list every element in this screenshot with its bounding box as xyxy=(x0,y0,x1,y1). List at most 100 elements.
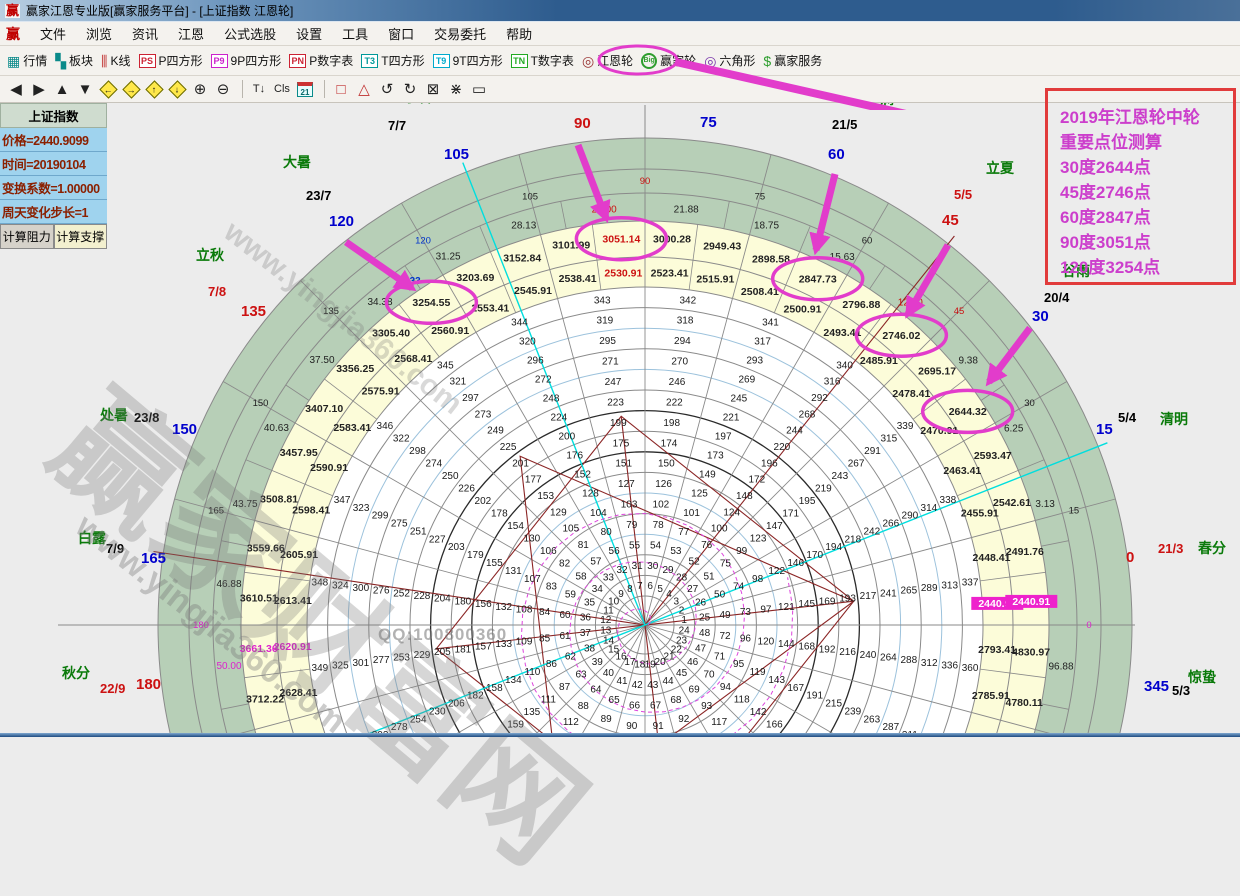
expand-icon[interactable]: ⋇ xyxy=(446,79,466,99)
svg-text:处暑: 处暑 xyxy=(99,407,128,423)
rotate-ccw-icon[interactable]: ↺ xyxy=(377,79,397,99)
svg-text:50.00: 50.00 xyxy=(216,661,241,672)
svg-text:77: 77 xyxy=(678,527,690,538)
svg-text:216: 216 xyxy=(839,647,856,658)
annotation-line-2: 30度2644点 xyxy=(1060,155,1233,180)
next-icon[interactable]: ▶ xyxy=(29,79,49,99)
toolbar-六角形[interactable]: ◎六角形 xyxy=(701,50,758,71)
sort-icon[interactable]: T↓ xyxy=(249,79,269,99)
svg-text:3305.40: 3305.40 xyxy=(372,328,410,340)
pan-left-icon[interactable]: ← xyxy=(98,79,118,99)
svg-text:2785.91: 2785.91 xyxy=(972,690,1010,702)
svg-text:2847.73: 2847.73 xyxy=(799,273,837,285)
annotation-line-4: 60度2847点 xyxy=(1060,205,1233,230)
svg-text:278: 278 xyxy=(391,722,408,733)
square-tool-icon[interactable]: □ xyxy=(331,79,351,99)
svg-text:25: 25 xyxy=(699,613,711,624)
svg-text:277: 277 xyxy=(373,655,390,666)
svg-text:159: 159 xyxy=(507,720,524,731)
menu-5[interactable]: 设置 xyxy=(286,25,332,44)
toolbar-赢家轮[interactable]: Big赢家轮 xyxy=(638,50,699,71)
svg-text:23/7: 23/7 xyxy=(306,188,331,203)
screen-icon[interactable]: ▭ xyxy=(469,79,489,99)
cls-button[interactable]: Cls xyxy=(272,79,292,99)
svg-text:94: 94 xyxy=(720,682,732,693)
svg-text:252: 252 xyxy=(393,588,410,599)
svg-text:102: 102 xyxy=(653,500,670,511)
svg-text:2500.91: 2500.91 xyxy=(784,304,822,316)
svg-text:346: 346 xyxy=(377,421,394,432)
info-row-1: 时间=20190104 xyxy=(0,152,107,176)
toolbar-P四方形[interactable]: PSP四方形 xyxy=(136,50,206,71)
menu-2[interactable]: 资讯 xyxy=(122,25,168,44)
prev-icon[interactable]: ◀ xyxy=(6,79,26,99)
menu-9[interactable]: 帮助 xyxy=(496,25,542,44)
pan-down-icon[interactable]: ↓ xyxy=(167,79,187,99)
menu-0[interactable]: 文件 xyxy=(30,25,76,44)
calc-support-button[interactable]: 计算支撑 xyxy=(54,224,108,249)
svg-text:221: 221 xyxy=(723,413,740,424)
calendar-icon[interactable]: 21 xyxy=(295,79,315,99)
toolbar-label: 六角形 xyxy=(719,52,755,69)
svg-text:8: 8 xyxy=(627,584,633,595)
index-name: 上证指数 xyxy=(0,103,107,128)
svg-text:2560.91: 2560.91 xyxy=(431,325,469,337)
menu-7[interactable]: 窗口 xyxy=(378,25,424,44)
rotate-cw-icon[interactable]: ↻ xyxy=(400,79,420,99)
menu-1[interactable]: 浏览 xyxy=(76,25,122,44)
toolbar-9T四方形[interactable]: T99T四方形 xyxy=(430,50,506,71)
toolbar-K线[interactable]: ⫼K线 xyxy=(98,50,133,71)
svg-text:23: 23 xyxy=(676,636,688,647)
toolbar-P数字表[interactable]: PNP数字表 xyxy=(286,50,356,71)
svg-text:103: 103 xyxy=(621,500,638,511)
svg-text:180: 180 xyxy=(193,620,209,631)
svg-text:345: 345 xyxy=(1144,678,1169,695)
toolbar-T数字表[interactable]: TNT数字表 xyxy=(508,50,577,71)
menu-4[interactable]: 公式选股 xyxy=(214,25,286,44)
svg-text:81: 81 xyxy=(578,540,590,551)
toolbar-行情[interactable]: ▦行情 xyxy=(4,50,50,71)
svg-text:319: 319 xyxy=(597,316,614,327)
svg-text:37.50: 37.50 xyxy=(309,355,334,366)
svg-text:52: 52 xyxy=(689,556,701,567)
svg-text:2508.41: 2508.41 xyxy=(741,286,779,298)
svg-text:105: 105 xyxy=(562,524,579,535)
toolbar-江恩轮[interactable]: ◎江恩轮 xyxy=(579,50,636,71)
pan-up-icon[interactable]: ↑ xyxy=(144,79,164,99)
svg-text:3712.22: 3712.22 xyxy=(246,693,284,705)
svg-text:75: 75 xyxy=(700,114,717,131)
svg-text:157: 157 xyxy=(475,642,492,653)
svg-text:4: 4 xyxy=(666,589,672,600)
toolbar-赢家服务[interactable]: $赢家服务 xyxy=(760,50,825,71)
menu-3[interactable]: 江恩 xyxy=(168,25,214,44)
up-icon[interactable]: ▲ xyxy=(52,79,72,99)
down-icon[interactable]: ▼ xyxy=(75,79,95,99)
svg-text:318: 318 xyxy=(677,316,694,327)
svg-text:133: 133 xyxy=(495,639,512,650)
pan-right-icon[interactable]: → xyxy=(121,79,141,99)
赢家轮-icon: Big xyxy=(641,53,657,69)
svg-text:2590.91: 2590.91 xyxy=(310,462,348,474)
menu-8[interactable]: 交易委托 xyxy=(424,25,496,44)
svg-text:273: 273 xyxy=(475,409,492,420)
toolbar-T四方形[interactable]: T3T四方形 xyxy=(358,50,427,71)
svg-text:222: 222 xyxy=(666,397,683,408)
P数字表-icon: PN xyxy=(289,54,306,68)
calc-resistance-button[interactable]: 计算阻力 xyxy=(0,224,54,249)
info-row-0: 价格=2440.9099 xyxy=(0,128,107,152)
svg-text:45: 45 xyxy=(942,212,959,229)
toolbar-9P四方形[interactable]: P99P四方形 xyxy=(208,50,285,71)
svg-text:99: 99 xyxy=(736,546,748,557)
svg-text:7/7: 7/7 xyxy=(388,118,406,133)
index-info-panel: 上证指数 价格=2440.9099时间=20190104变换系数=1.00000… xyxy=(0,103,107,249)
zoom-in-icon[interactable]: ⊕ xyxy=(190,79,210,99)
svg-text:2568.41: 2568.41 xyxy=(394,353,432,365)
svg-text:200: 200 xyxy=(558,432,575,443)
svg-text:35: 35 xyxy=(584,597,596,608)
zoom-out-icon[interactable]: ⊖ xyxy=(213,79,233,99)
svg-text:92: 92 xyxy=(678,714,690,725)
delete-box-icon[interactable]: ⊠ xyxy=(423,79,443,99)
menu-6[interactable]: 工具 xyxy=(332,25,378,44)
toolbar-板块[interactable]: ▚板块 xyxy=(52,50,96,71)
triangle-tool-icon[interactable]: △ xyxy=(354,79,374,99)
